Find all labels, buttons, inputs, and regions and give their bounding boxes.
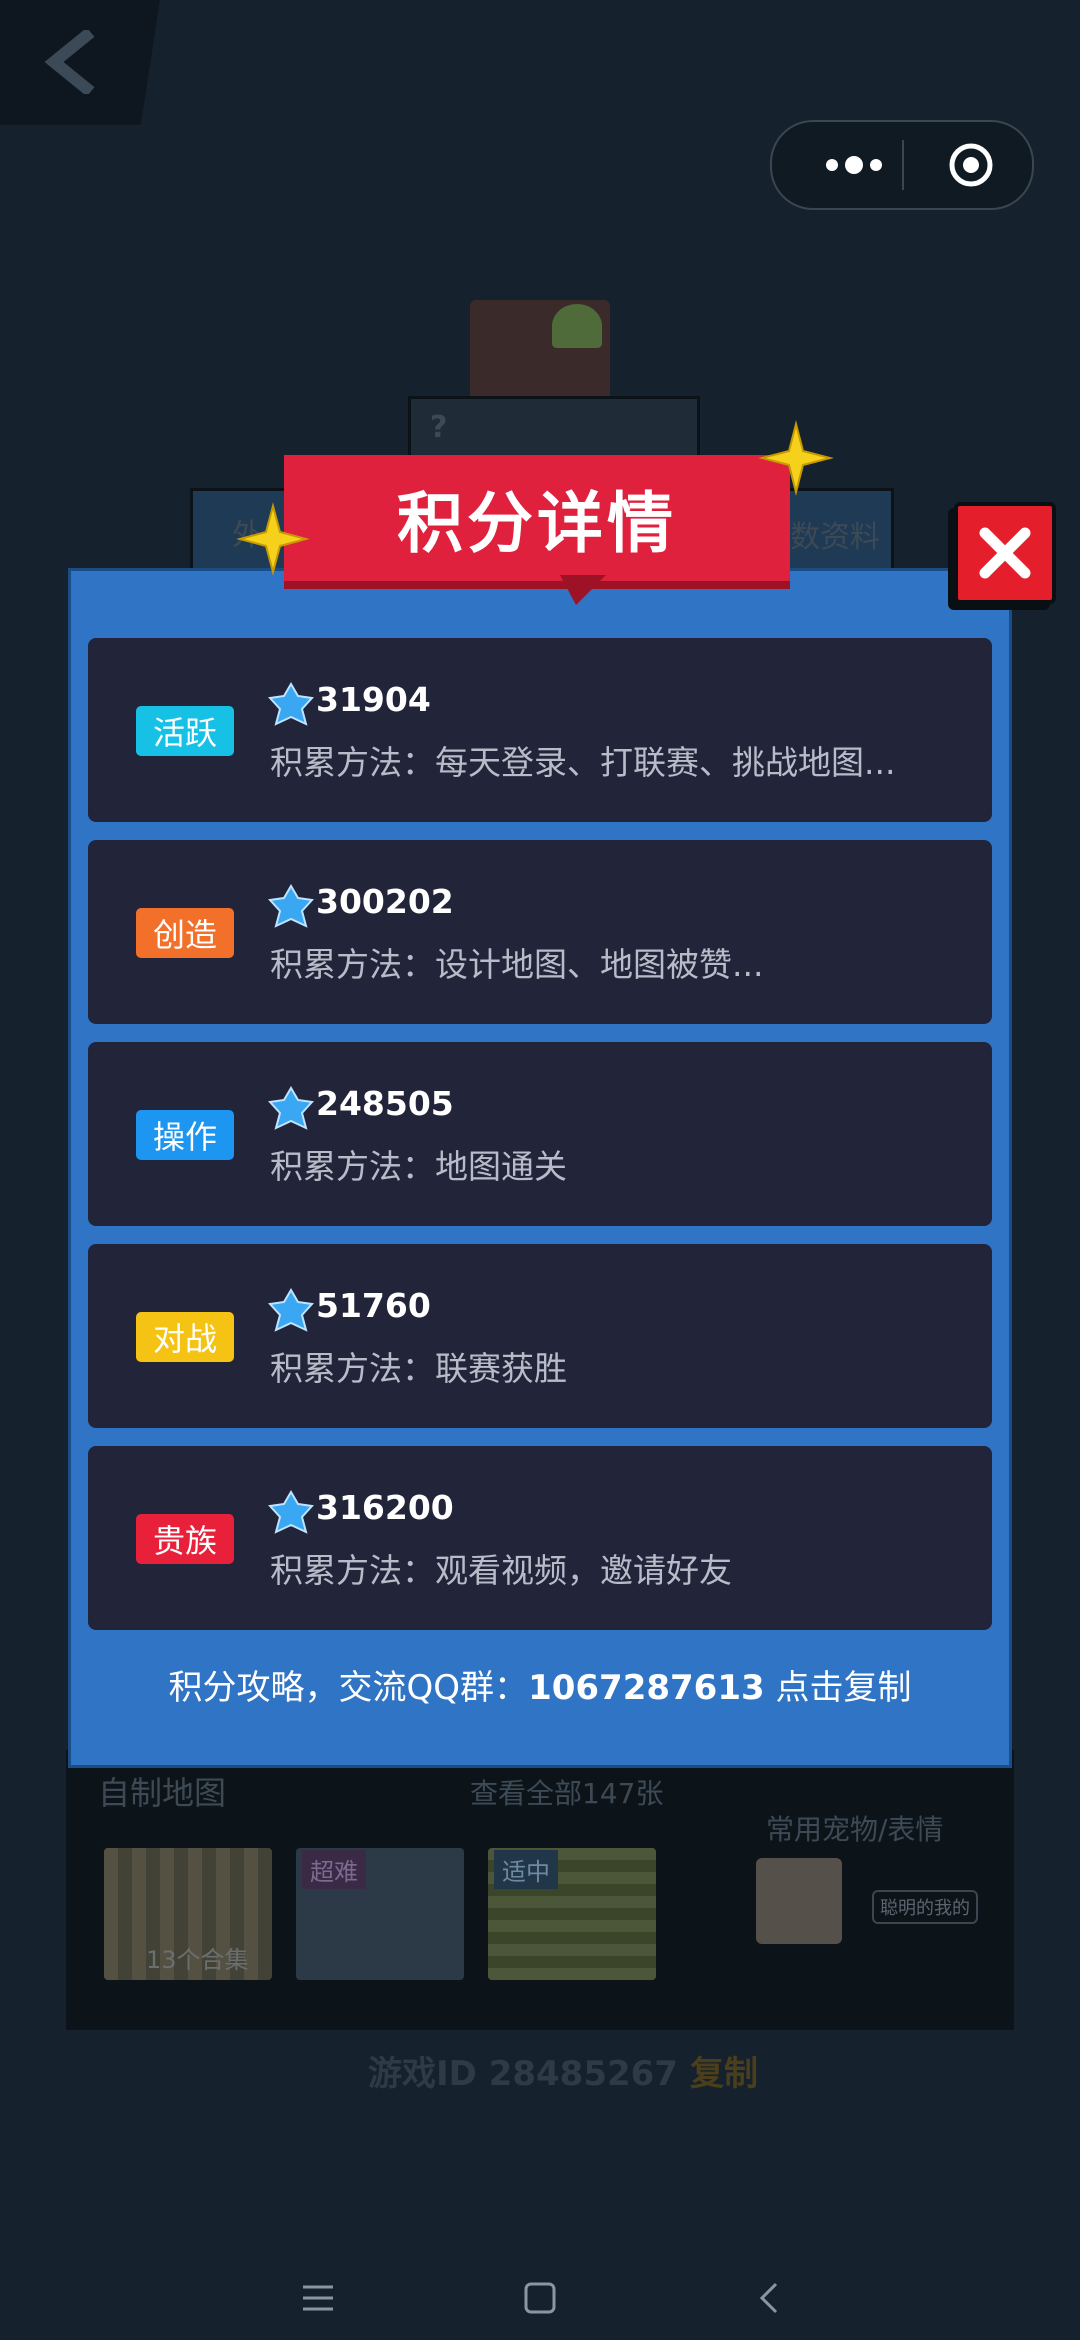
category-tag: 创造 xyxy=(136,908,234,958)
points-card-create: 创造 300202 积累方法：设计地图、地图被赞... xyxy=(88,840,992,1024)
points-card-noble: 贵族 316200 积累方法：观看视频，邀请好友 xyxy=(88,1446,992,1630)
star-icon xyxy=(236,502,310,576)
tab-right-label: 数资料 xyxy=(790,520,880,555)
category-tag: 操作 xyxy=(136,1110,234,1160)
method-text: 积累方法：地图通关 xyxy=(270,1147,567,1186)
category-tag: 贵族 xyxy=(136,1514,234,1564)
gem-icon xyxy=(268,884,314,928)
close-icon xyxy=(979,527,1031,579)
gem-icon xyxy=(268,682,314,726)
back-icon[interactable] xyxy=(752,2280,788,2316)
question-mark: ? xyxy=(430,410,448,445)
menu-icon[interactable] xyxy=(300,2280,336,2316)
gem-icon xyxy=(268,1490,314,1534)
more-dots-icon[interactable] xyxy=(814,142,894,188)
pet-badge: 聪明的我的 xyxy=(872,1890,978,1924)
map-thumbnail[interactable]: 适中 xyxy=(488,1848,656,1980)
qq-group-number: 1067287613 xyxy=(528,1668,765,1708)
star-icon xyxy=(758,420,834,496)
category-tag: 活跃 xyxy=(136,706,234,756)
map-thumbnail[interactable]: 13个合集 xyxy=(104,1848,272,1980)
collection-label: 13个合集 xyxy=(146,1946,249,1974)
method-text: 积累方法：设计地图、地图被赞... xyxy=(270,945,764,984)
points-card-operate: 操作 248505 积累方法：地图通关 xyxy=(88,1042,992,1226)
points-card-battle: 对战 51760 积累方法：联赛获胜 xyxy=(88,1244,992,1428)
pets-label: 常用宠物/表情 xyxy=(766,1813,944,1846)
close-button[interactable] xyxy=(954,502,1056,604)
copy-id-button[interactable]: 复制 xyxy=(690,2046,758,2095)
score-value: 248505 xyxy=(316,1084,454,1123)
view-all-link[interactable]: 查看全部147张 xyxy=(470,1772,663,1812)
map-section-label: 自制地图 xyxy=(98,1774,227,1812)
method-text: 积累方法：联赛获胜 xyxy=(270,1349,567,1388)
footer-prefix: 积分攻略，交流QQ群： xyxy=(168,1668,529,1708)
score-value: 31904 xyxy=(316,680,431,719)
gem-icon xyxy=(268,1288,314,1332)
copy-qq-button[interactable]: 点击复制 xyxy=(775,1668,911,1708)
map-thumbnail[interactable]: 超难 xyxy=(296,1848,464,1980)
score-value: 316200 xyxy=(316,1488,454,1527)
pet-avatar[interactable] xyxy=(756,1858,842,1944)
game-id: 游戏ID 28485267 xyxy=(368,2054,678,2094)
capsule-divider xyxy=(902,140,904,190)
miniprogram-capsule xyxy=(770,120,1034,210)
home-icon[interactable] xyxy=(522,2280,558,2316)
gem-icon xyxy=(268,1086,314,1130)
difficulty-tag: 超难 xyxy=(302,1850,366,1889)
difficulty-tag: 适中 xyxy=(494,1850,558,1889)
points-card-active: 活跃 31904 积累方法：每天登录、打联赛、挑战地图... xyxy=(88,638,992,822)
qq-group-info[interactable]: 积分攻略，交流QQ群：1067287613 点击复制 xyxy=(68,1660,1012,1709)
target-icon[interactable] xyxy=(948,142,994,188)
back-button[interactable] xyxy=(0,0,160,125)
score-value: 51760 xyxy=(316,1286,431,1325)
back-chevron-icon xyxy=(44,30,95,94)
score-value: 300202 xyxy=(316,882,454,921)
modal-title: 积分详情 xyxy=(397,485,677,562)
method-text: 积累方法：观看视频，邀请好友 xyxy=(270,1551,732,1590)
category-tag: 对战 xyxy=(136,1312,234,1362)
method-text: 积累方法：每天登录、打联赛、挑战地图... xyxy=(270,743,896,782)
